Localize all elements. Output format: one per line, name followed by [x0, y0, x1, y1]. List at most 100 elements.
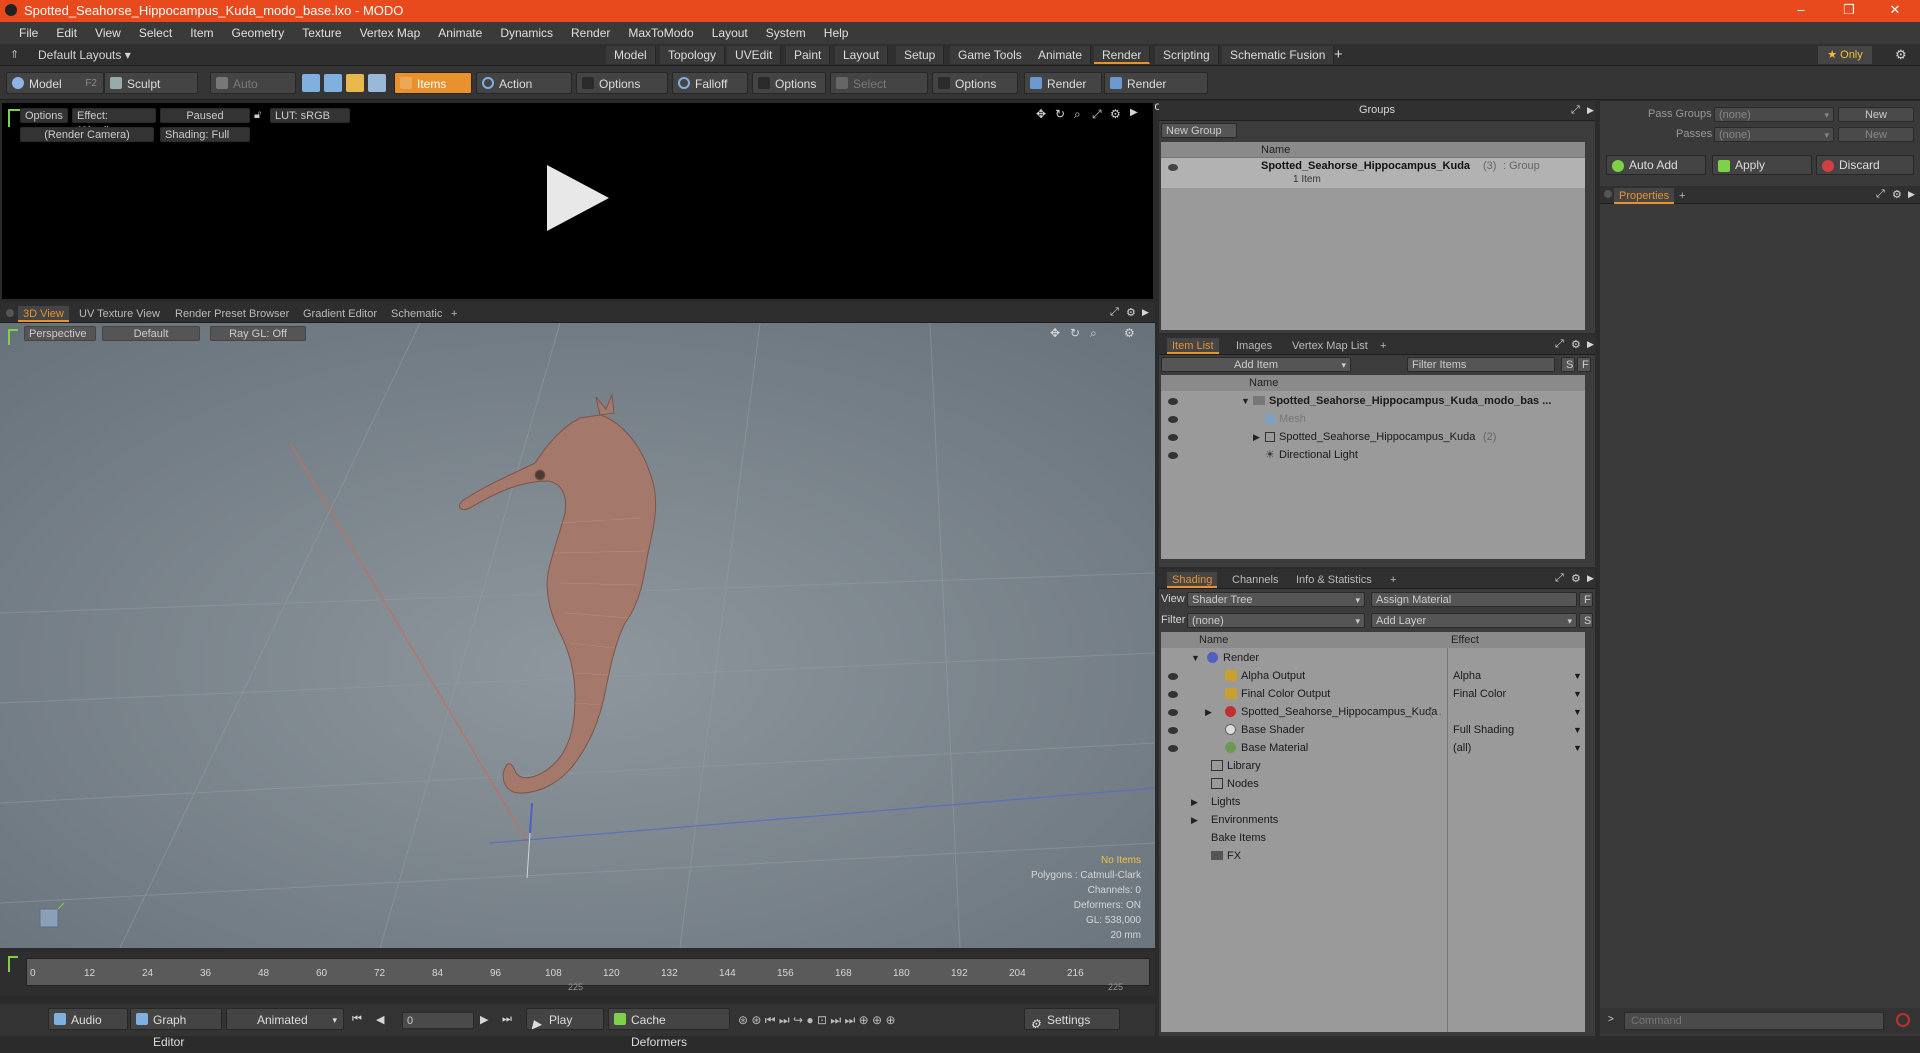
tab-shading[interactable]: Shading — [1167, 572, 1218, 588]
gear-icon[interactable]: ⚙ — [1895, 47, 1907, 63]
expand-icon[interactable]: ⤢ — [1555, 338, 1564, 351]
eye-icon[interactable] — [1168, 398, 1178, 405]
3d-viewport[interactable]: Perspective Default Ray GL: Off ✥ ↻ ⌕ ⚙ … — [0, 323, 1155, 948]
play-icon[interactable] — [545, 163, 611, 233]
discard-button[interactable]: Discard — [1816, 155, 1914, 175]
add-panel-tab[interactable]: + — [1375, 338, 1391, 354]
assign-material-button[interactable]: Assign Material — [1371, 592, 1577, 607]
lut-dropdown[interactable]: LUT: sRGB — [270, 108, 350, 123]
select-through-button[interactable]: Select Through — [830, 72, 928, 113]
gear-icon[interactable]: ⚙ — [1571, 572, 1581, 585]
materials-icon[interactable] — [368, 74, 386, 92]
cache-deformers-button[interactable]: Cache Deformers — [608, 1008, 730, 1049]
menu-vertex-map[interactable]: Vertex Map — [351, 22, 430, 44]
chevron-down-icon[interactable]: ▼ — [1191, 649, 1200, 667]
gear-icon[interactable]: ⚙ — [1892, 188, 1902, 201]
filter-dropdown[interactable]: (none) ▾ — [1187, 613, 1365, 628]
auto-add-button[interactable]: Auto Add — [1606, 155, 1706, 175]
eye-icon[interactable] — [1168, 727, 1178, 734]
falloff-button[interactable]: Falloff — [672, 72, 748, 94]
tab-uvedit[interactable]: UVEdit — [727, 46, 782, 64]
new-pass-group-button[interactable]: New — [1838, 107, 1914, 122]
rotate-icon[interactable]: ↻ — [1070, 326, 1080, 340]
move-icon[interactable]: ✥ — [1036, 107, 1046, 121]
eye-icon[interactable] — [1168, 709, 1178, 716]
chevron-down-icon[interactable]: ▼ — [1573, 721, 1582, 739]
animated-dropdown[interactable]: Animated ▾ — [226, 1008, 344, 1030]
shading-dropdown[interactable]: Shading: Full — [160, 127, 250, 142]
expand-icon[interactable]: ⤢ — [1110, 306, 1119, 319]
zoom-icon[interactable]: ⌕ — [1090, 326, 1097, 341]
shader-row-nodes[interactable]: Nodes — [1161, 775, 1585, 793]
chevron-right-icon[interactable]: ▶ — [1191, 811, 1198, 829]
layouts-dropdown[interactable]: Default Layouts ▾ — [38, 48, 131, 62]
render-button[interactable]: Render F9 — [1024, 72, 1102, 113]
tab-3d-view[interactable]: 3D View — [18, 306, 69, 322]
eye-icon[interactable] — [1168, 434, 1178, 441]
shader-row-environments[interactable]: ▶ Environments — [1161, 811, 1585, 829]
groups-list[interactable]: Name Spotted_Seahorse_Hippocampus_Kuda (… — [1161, 142, 1585, 330]
auto-select-button[interactable]: Auto Select — [210, 72, 296, 113]
panel-arrow-icon[interactable]: ▶ — [1587, 339, 1594, 350]
tab-layout[interactable]: Layout — [835, 46, 889, 64]
eye-icon[interactable] — [1168, 673, 1178, 680]
chevron-right-icon[interactable]: ▶ — [1205, 703, 1212, 721]
shader-effect[interactable]: Alpha — [1453, 667, 1481, 685]
shader-row-library[interactable]: Library — [1161, 757, 1585, 775]
keyframe-tools-icon[interactable]: ⊛ ⊛ ⏮ ⏭ ↪ ● ⊡ ⏭ ⏭ ⊕ ⊕ ⊕ — [738, 1013, 896, 1028]
menu-system[interactable]: System — [757, 22, 815, 44]
new-group-button[interactable]: New Group — [1161, 123, 1237, 138]
gear-icon[interactable]: ⚙ — [1571, 338, 1581, 351]
layout-arrow-icon[interactable]: ⇑ — [10, 48, 19, 61]
chevron-down-icon[interactable]: ▼ — [1241, 392, 1250, 410]
paused-button[interactable]: Paused — [160, 108, 250, 123]
gear-icon[interactable]: ⚙ — [1126, 306, 1136, 319]
refresh-icon[interactable]: ↻ — [1055, 107, 1065, 121]
menu-animate[interactable]: Animate — [429, 22, 491, 44]
tab-info-statistics[interactable]: Info & Statistics — [1291, 572, 1377, 588]
perspective-dropdown[interactable]: Perspective — [24, 326, 96, 341]
tab-render-preset-browser[interactable]: Render Preset Browser — [170, 306, 294, 322]
expand-icon[interactable]: ⤢ — [1876, 188, 1885, 201]
panel-arrow-icon[interactable]: ▶ — [1587, 105, 1594, 116]
menu-geometry[interactable]: Geometry — [223, 22, 294, 44]
graph-editor-button[interactable]: Graph Editor — [130, 1008, 222, 1049]
menu-help[interactable]: Help — [815, 22, 858, 44]
eye-icon[interactable] — [1168, 745, 1178, 752]
gear-icon[interactable]: ⚙ — [1124, 326, 1135, 340]
s-button[interactable]: S — [1579, 613, 1593, 628]
minimize-button[interactable]: – — [1786, 2, 1816, 17]
tab-game-tools[interactable]: Game Tools — [950, 46, 1031, 64]
raygl-dropdown[interactable]: Ray GL: Off — [210, 326, 306, 341]
lock-icon[interactable]: 🔓︎ — [254, 109, 261, 122]
eye-icon[interactable] — [1168, 416, 1178, 423]
menu-file[interactable]: File — [10, 22, 47, 44]
tab-topology[interactable]: Topology — [660, 46, 726, 64]
default-dropdown[interactable]: Default — [102, 326, 200, 341]
view-dropdown[interactable]: Shader Tree ▾ — [1187, 592, 1365, 607]
panel-arrow-icon[interactable]: ▶ — [1142, 307, 1149, 318]
shader-row-alpha[interactable]: Alpha Output Alpha ▼ — [1161, 667, 1585, 685]
command-input[interactable] — [1624, 1012, 1884, 1030]
timeline[interactable]: 0 12 24 36 48 60 72 84 96 108 120 132 14… — [0, 952, 1155, 996]
command-arrow-icon[interactable]: > — [1608, 1014, 1614, 1025]
expand-icon[interactable]: ⤢ — [1571, 104, 1580, 117]
vertices-icon[interactable] — [302, 74, 320, 92]
s-button[interactable]: S — [1561, 357, 1575, 372]
eye-icon[interactable] — [1168, 452, 1178, 459]
shader-row-bake-items[interactable]: Bake Items — [1161, 829, 1585, 847]
expand-icon[interactable]: ⤢ — [1555, 572, 1564, 585]
tab-vertex-map-list[interactable]: Vertex Map List — [1287, 338, 1373, 354]
add-item-dropdown[interactable]: Add Item ▾ — [1161, 357, 1351, 372]
frame-input[interactable]: 0 — [402, 1012, 474, 1029]
menu-item[interactable]: Item — [181, 22, 222, 44]
prev-frame-icon[interactable]: ◀ — [376, 1013, 384, 1026]
menu-edit[interactable]: Edit — [47, 22, 86, 44]
effect-dropdown[interactable]: Effect: (Shadi... — [72, 108, 156, 137]
options-menu[interactable]: Options — [20, 108, 68, 123]
options-button-1[interactable]: Options — [576, 72, 668, 94]
settings-button[interactable]: ⚙ Settings — [1024, 1008, 1120, 1031]
action-center-button[interactable]: Action Center — [476, 72, 572, 113]
shader-row-seahorse[interactable]: ▶ Spotted_Seahorse_Hippocampus_Kuda (...… — [1161, 703, 1585, 721]
list-item[interactable]: ▶ Spotted_Seahorse_Hippocampus_Kuda (2) — [1161, 428, 1585, 446]
